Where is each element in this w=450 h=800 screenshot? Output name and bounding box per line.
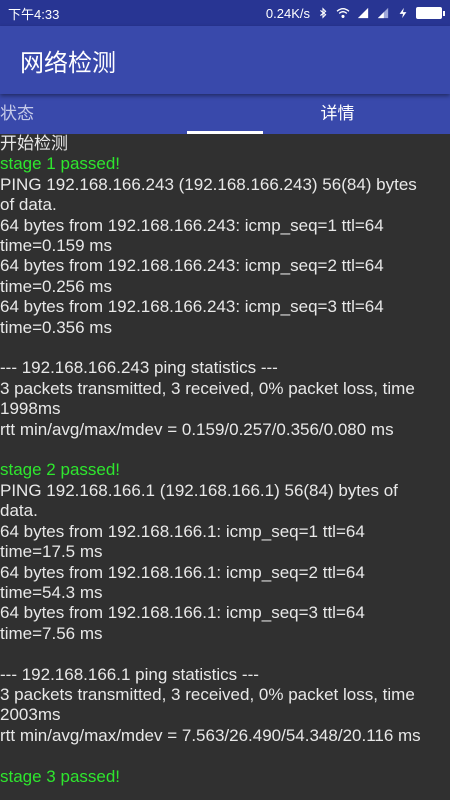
network-speed: 0.24K/s (265, 5, 310, 21)
log-line: 64 bytes from 192.168.166.243: icmp_seq=… (0, 256, 384, 296)
app-title: 网络检测 (20, 49, 116, 77)
wifi-icon (336, 8, 350, 18)
log-line: 64 bytes from 192.168.166.243: icmp_seq=… (0, 215, 384, 256)
status-bar: 下午4:33 0.24K/s (0, 0, 450, 26)
log-line: 64 bytes from 192.168.166.243: icmp_seq=… (0, 297, 384, 337)
stats-line: 3 packets transmitted, 3 received, 0% pa… (0, 684, 415, 725)
log-line: PING 192.168.166.1 (192.168.166.1) 56(84… (0, 480, 398, 521)
log-line: 64 bytes from 192.168.166.1: icmp_seq=2 … (0, 562, 365, 602)
charging-icon (399, 7, 407, 19)
stats-header: --- 192.168.166.1 ping statistics --- (0, 664, 259, 684)
stats-line: rtt min/avg/max/mdev = 0.159/0.257/0.356… (0, 419, 394, 439)
signal-icon-1 (357, 7, 369, 19)
battery-fill (417, 8, 441, 18)
stats-line: 3 packets transmitted, 3 received, 0% pa… (0, 378, 415, 419)
log-line: 64 bytes from 192.168.166.1: icmp_seq=3 … (0, 603, 365, 643)
status-icons: 0.24K/s (265, 5, 445, 21)
stats-header: --- 192.168.166.243 ping statistics --- (0, 358, 278, 378)
tab-status[interactable]: 状态 (0, 94, 225, 134)
tab-indicator (187, 131, 263, 134)
stage3-passed: stage 3 passed! (0, 766, 121, 786)
signal-icon-2 (377, 7, 389, 19)
stage1-passed: stage 1 passed! (0, 154, 121, 174)
tab-details[interactable]: 详情 (225, 94, 450, 134)
stage2-passed: stage 2 passed! (0, 460, 121, 480)
tab-bar: 状态 详情 (0, 94, 450, 134)
tab-status-label: 状态 (0, 104, 34, 123)
battery-icon (416, 7, 445, 19)
log-line: PING 192.168.166.243 (192.168.166.243) 5… (0, 174, 417, 215)
status-time: 下午4:33 (8, 6, 60, 22)
tab-details-label: 详情 (320, 104, 355, 123)
app-bar: 网络检测 (0, 26, 450, 94)
stats-line: rtt min/avg/max/mdev = 7.563/26.490/54.3… (0, 725, 421, 745)
log-line: 64 bytes from 192.168.166.1: icmp_seq=1 … (0, 521, 365, 562)
bluetooth-icon (320, 7, 327, 19)
detection-log[interactable]: 开始检测 stage 1 passed! PING 192.168.166.24… (0, 134, 430, 787)
log-start: 开始检测 (0, 134, 68, 153)
